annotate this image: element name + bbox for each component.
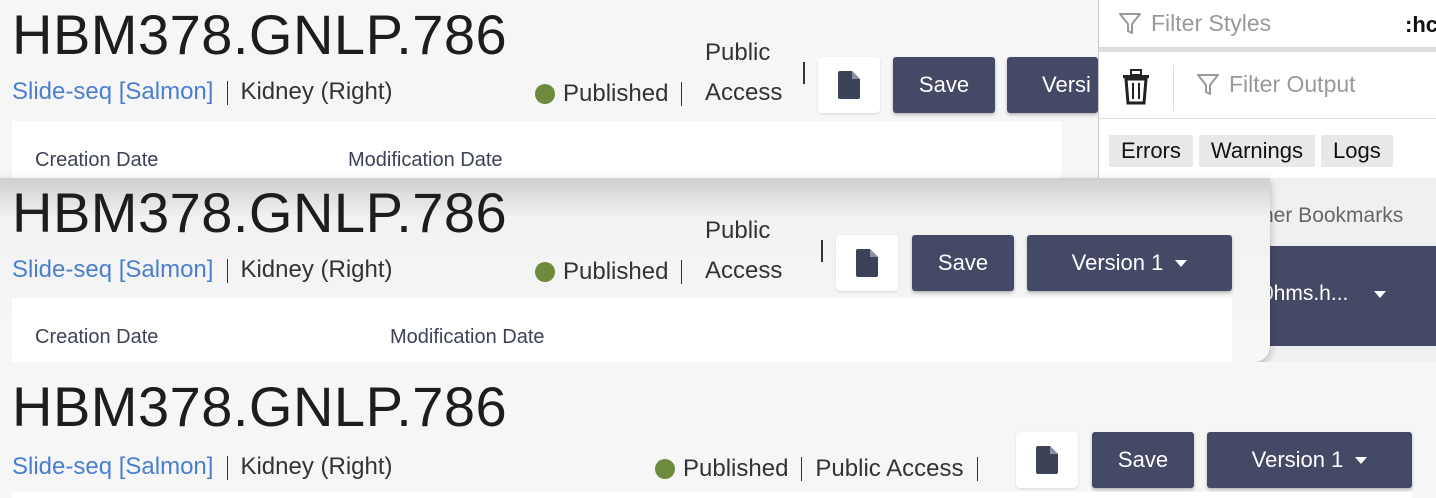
dataset-title: HBM378.GNLP.786 [12, 181, 508, 244]
file-icon [1036, 446, 1058, 474]
divider [681, 82, 683, 106]
status-label: Published [683, 455, 789, 482]
filter-icon [1197, 73, 1219, 95]
file-icon [856, 249, 878, 277]
dataset-title: HBM378.GNLP.786 [12, 375, 508, 438]
version-label: Version 1 [1071, 250, 1164, 275]
published-status-dot-icon [655, 459, 675, 479]
published-status-dot-icon [535, 262, 555, 282]
access-label: Public Access [815, 455, 964, 482]
assay-link[interactable]: Slide-seq [Salmon] [12, 256, 213, 283]
modification-date-header: Modification Date [348, 149, 503, 171]
divider [803, 62, 805, 84]
assay-link[interactable]: Slide-seq [Salmon] [12, 78, 213, 105]
filter-output-input[interactable]: Filter Output [1197, 71, 1356, 98]
access-label: Public Access [705, 211, 782, 291]
status-row: Published [535, 80, 695, 108]
organ-label: Kidney (Right) [240, 256, 393, 283]
divider [821, 240, 823, 262]
modification-date-header: Modification Date [390, 326, 545, 348]
access-line-2: Access [705, 79, 783, 106]
metadata-card [12, 492, 1412, 498]
version-label: Version 1 [1251, 447, 1344, 472]
save-button[interactable]: Save [1092, 432, 1194, 488]
hover-state-toggle[interactable]: :hc [1405, 12, 1436, 38]
assay-row: Slide-seq [Salmon] Kidney (Right) [12, 453, 393, 481]
log-level-filters: Errors Warnings Logs [1109, 135, 1393, 167]
file-button[interactable] [836, 235, 898, 291]
access-line-1: Public [705, 39, 771, 66]
creation-date-header: Creation Date [35, 149, 159, 171]
assay-row: Slide-seq [Salmon] Kidney (Right) [12, 78, 393, 106]
metadata-card: Creation Date Modification Date [12, 121, 1062, 178]
account-label: 0hms.h... [1262, 282, 1349, 305]
dataset-header-bottom: HBM378.GNLP.786 Slide-seq [Salmon] Kidney… [0, 362, 1436, 498]
save-button[interactable]: Save [912, 235, 1014, 291]
organ-label: Kidney (Right) [240, 78, 393, 105]
metadata-card: Creation Date Modification Date [12, 298, 1232, 362]
trash-icon [1123, 69, 1149, 105]
status-label: Published [563, 258, 669, 285]
divider [801, 457, 803, 481]
file-button[interactable] [1016, 432, 1078, 488]
version-dropdown[interactable]: Version 1 [1027, 235, 1232, 291]
assay-row: Slide-seq [Salmon] Kidney (Right) [12, 256, 393, 284]
creation-date-header: Creation Date [35, 326, 159, 348]
errors-filter-chip[interactable]: Errors [1109, 135, 1193, 167]
access-line-2: Access [705, 257, 783, 284]
version-dropdown[interactable]: Versi [1007, 57, 1098, 113]
divider [681, 260, 683, 284]
access-label: Public Access [705, 33, 782, 113]
console-toolbar: Filter Output [1099, 57, 1436, 119]
divider [227, 258, 229, 283]
styles-filter-bar: Filter Styles :hc [1099, 0, 1436, 52]
filter-output-placeholder: Filter Output [1229, 71, 1356, 97]
dataset-title: HBM378.GNLP.786 [12, 3, 508, 66]
status-row: Published Public Access [655, 455, 991, 483]
warnings-filter-chip[interactable]: Warnings [1198, 135, 1315, 167]
divider [227, 80, 229, 105]
access-line-1: Public [705, 217, 771, 244]
logs-filter-chip[interactable]: Logs [1321, 135, 1393, 167]
version-dropdown[interactable]: Version 1 [1207, 432, 1412, 488]
caret-down-icon [1355, 456, 1368, 464]
devtools-panel: Filter Styles :hc Filter Output Errors W… [1098, 0, 1436, 178]
save-button[interactable]: Save [893, 57, 995, 113]
file-button[interactable] [818, 57, 880, 113]
account-menu[interactable]: 0hms.h... [1262, 282, 1387, 306]
caret-down-icon [1175, 259, 1188, 267]
filter-styles-input[interactable]: Filter Styles [1119, 10, 1271, 37]
clear-console-button[interactable] [1121, 69, 1151, 110]
status-row: Published [535, 258, 695, 286]
assay-link[interactable]: Slide-seq [Salmon] [12, 453, 213, 480]
divider [227, 455, 229, 480]
filter-icon [1119, 12, 1141, 34]
divider [976, 457, 978, 481]
other-bookmarks-link[interactable]: her Bookmarks [1262, 204, 1403, 228]
status-label: Published [563, 80, 669, 107]
filter-styles-placeholder: Filter Styles [1151, 10, 1272, 36]
file-icon [838, 71, 860, 99]
dataset-header-middle: HBM378.GNLP.786 Slide-seq [Salmon] Kidney… [0, 178, 1270, 362]
caret-down-icon [1374, 290, 1387, 298]
organ-label: Kidney (Right) [240, 453, 393, 480]
published-status-dot-icon [535, 84, 555, 104]
dataset-header-top: HBM378.GNLP.786 Slide-seq [Salmon] Kidney… [0, 0, 1098, 178]
divider [1173, 65, 1174, 111]
